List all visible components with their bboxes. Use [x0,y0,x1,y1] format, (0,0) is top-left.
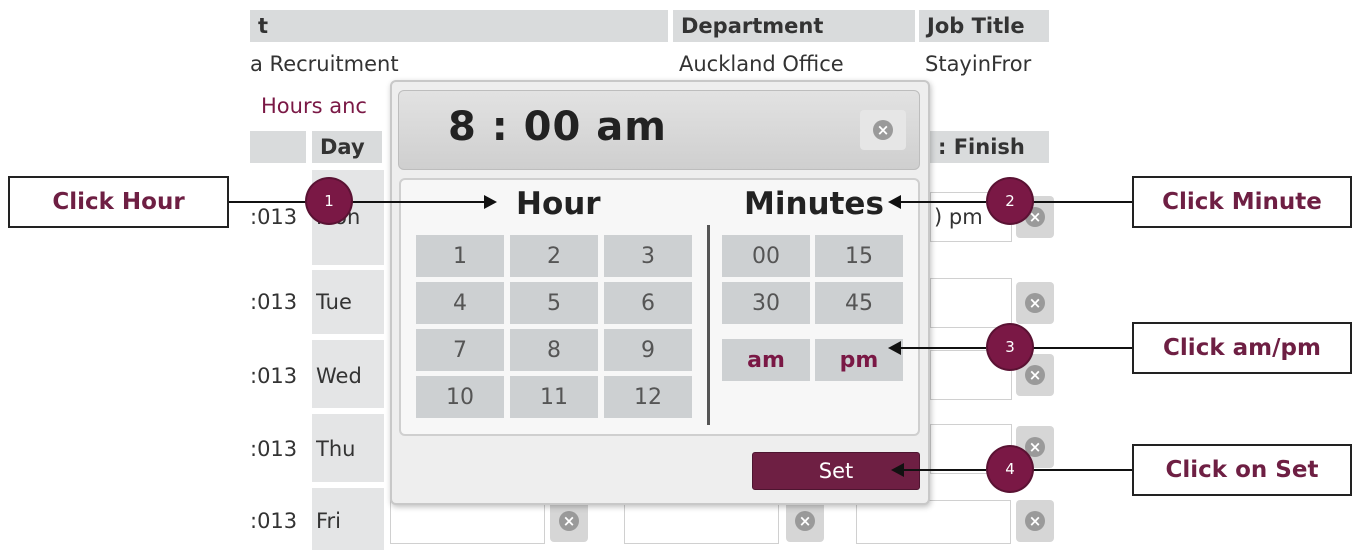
row-date: :013 [250,509,298,533]
arrowhead-left-icon [888,341,901,355]
finish-input[interactable] [856,500,1011,544]
minute-button[interactable]: 00 [722,235,810,277]
clear-x-icon: × [1025,365,1045,385]
time-display: 8 : 00 am [448,104,667,150]
hour-button[interactable]: 5 [510,282,598,324]
step-badge-3: 3 [988,325,1032,369]
row-date: :013 [250,437,298,461]
row-day: Tue [316,290,352,314]
connector-line [229,201,307,203]
break-clear-button[interactable]: × [786,500,824,542]
start-clear-button[interactable]: × [550,500,588,542]
connector-line [1032,469,1132,471]
row-date: :013 [250,364,298,388]
hour-button[interactable]: 7 [416,329,504,371]
arrowhead-right-icon [484,195,497,209]
info-department: Auckland Office [679,52,844,76]
clear-x-icon: × [1025,293,1045,313]
info-job-title: StayinFror [925,52,1032,76]
arrowhead-left-icon [891,463,904,477]
section-title: Hours anc [261,94,367,118]
header-department: Department [673,10,915,42]
arrowhead-left-icon [888,195,901,209]
callout-click-set: Click on Set [1132,444,1352,496]
clear-x-icon: × [1025,511,1045,531]
header-date-col [250,131,306,163]
finish-clear-button[interactable]: × [1016,282,1054,324]
hour-button[interactable]: 4 [416,282,504,324]
row-day: Fri [316,509,342,533]
row-date: :013 [250,290,298,314]
finish-clear-button[interactable]: × [1016,500,1054,542]
finish-value: ) pm [934,205,983,229]
hour-button[interactable]: 3 [604,235,692,277]
row-date: :013 [250,205,298,229]
hour-button[interactable]: 1 [416,235,504,277]
clear-x-icon: × [559,511,579,531]
header-day: Day [312,131,382,163]
clear-x-icon: × [873,120,893,140]
start-input[interactable] [390,500,545,544]
header-finish: : Finish [930,131,1049,163]
hour-button[interactable]: 8 [510,329,598,371]
header-name-fragment: t [250,10,668,42]
hour-button[interactable]: 9 [604,329,692,371]
hour-button[interactable]: 10 [416,376,504,418]
minute-button[interactable]: 30 [722,282,810,324]
hour-heading: Hour [516,186,601,222]
break-input[interactable] [624,500,779,544]
header-job-title: Job Title [919,10,1049,42]
clear-x-icon: × [1025,437,1045,457]
hour-button[interactable]: 2 [510,235,598,277]
connector-line [1032,347,1132,349]
minute-button[interactable]: 15 [815,235,903,277]
hour-button[interactable]: 11 [510,376,598,418]
clear-x-icon: × [795,511,815,531]
callout-click-ampm: Click am/pm [1132,322,1352,374]
hour-button[interactable]: 12 [604,376,692,418]
callout-click-hour: Click Hour [8,176,229,228]
step-badge-1: 1 [307,179,351,223]
picker-divider [707,225,710,425]
finish-input[interactable] [930,278,1012,328]
row-day: Wed [316,364,362,388]
connector-line [351,201,486,203]
step-badge-4: 4 [988,447,1032,491]
callout-click-minute: Click Minute [1132,176,1352,228]
hour-button[interactable]: 6 [604,282,692,324]
minutes-heading: Minutes [744,186,884,222]
info-name: a Recruitment [250,52,399,76]
connector-line [903,469,986,471]
connector-line [1032,201,1132,203]
step-badge-2: 2 [988,179,1032,223]
minute-button[interactable]: 45 [815,282,903,324]
connector-line [900,347,986,349]
row-day: Thu [316,437,356,461]
time-clear-button[interactable]: × [860,110,906,150]
connector-line [900,201,986,203]
am-button[interactable]: am [722,339,810,381]
